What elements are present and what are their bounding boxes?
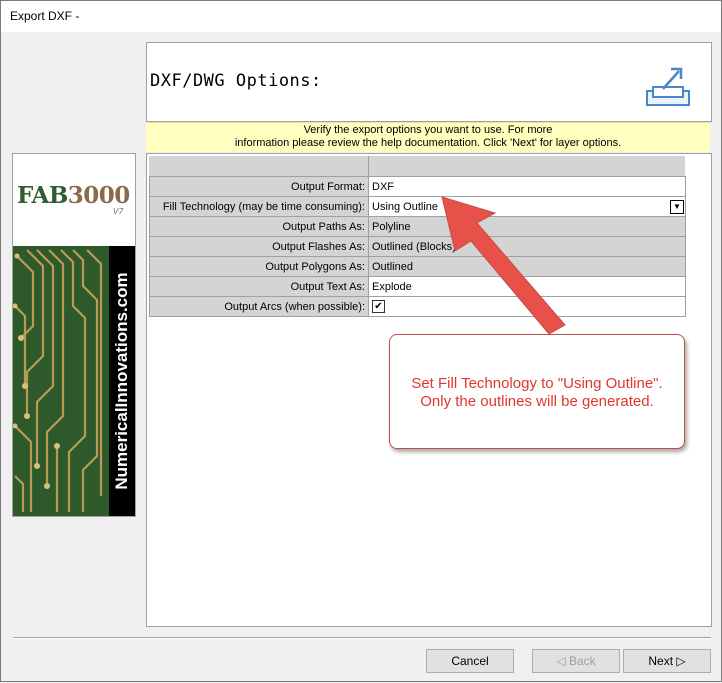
next-button[interactable]: Next ▷ [623,649,711,673]
grid-header [149,156,685,177]
window-title: Export DXF - [10,9,80,23]
option-label: Output Text As: [149,276,369,297]
option-row-output-paths: Output Paths As: Polyline [149,216,686,237]
export-dxf-window: Export DXF - DXF/DWG Options: Verify the… [0,0,722,682]
page-title: DXF/DWG Options: [150,71,322,91]
callout-line-1: Set Fill Technology to "Using Outline". [411,375,663,392]
option-label: Output Flashes As: [149,236,369,257]
option-row-output-flashes: Output Flashes As: Outlined (Blocks) [149,236,686,257]
back-button[interactable]: ◁ Back [532,649,620,673]
info-line-2: information please review the help docum… [234,137,622,149]
output-format-field[interactable]: DXF [368,176,686,197]
header-panel: DXF/DWG Options: [146,42,712,122]
output-flashes-field[interactable]: Outlined (Blocks) [368,236,686,257]
option-label: Fill Technology (may be time consuming): [149,196,369,217]
chevron-right-icon: ▷ [673,654,686,668]
info-bar: Verify the export options you want to us… [146,122,710,152]
footer-separator [13,637,711,639]
output-polygons-field[interactable]: Outlined [368,256,686,277]
product-logo: FAB3000 V7 NumericalInnovations.com [12,153,136,517]
dropdown-arrow-icon[interactable]: ▼ [670,200,684,214]
output-arcs-checkbox[interactable]: ✔ [372,300,385,313]
option-row-fill-technology: Fill Technology (may be time consuming):… [149,196,686,217]
option-label: Output Arcs (when possible): [149,296,369,317]
options-table: Output Format: DXF Fill Technology (may … [149,176,686,317]
website-banner: NumericalInnovations.com [109,246,135,516]
fill-technology-value: Using Outline [372,200,439,213]
logo-version: V7 [113,207,124,216]
output-text-field[interactable]: Explode [368,276,686,297]
option-row-output-polygons: Output Polygons As: Outlined [149,256,686,277]
annotation-callout: Set Fill Technology to "Using Outline". … [389,334,685,449]
option-row-output-text: Output Text As: Explode [149,276,686,297]
option-row-output-arcs: Output Arcs (when possible): ✔ [149,296,686,317]
info-line-1: Verify the export options you want to us… [303,124,553,136]
output-paths-field[interactable]: Polyline [368,216,686,237]
cancel-button[interactable]: Cancel [426,649,514,673]
logo-wordmark: FAB3000 [17,182,130,209]
title-bar: Export DXF - [1,1,721,32]
fill-technology-dropdown[interactable]: Using Outline ▼ [368,196,686,217]
callout-line-2: Only the outlines will be generated. [420,393,654,410]
website-text: NumericalInnovations.com [112,272,131,490]
output-arcs-cell: ✔ [368,296,686,317]
chevron-left-icon: ◁ [556,654,569,668]
option-label: Output Polygons As: [149,256,369,277]
option-label: Output Paths As: [149,216,369,237]
option-label: Output Format: [149,176,369,197]
option-row-output-format: Output Format: DXF [149,176,686,197]
logo-header: FAB3000 V7 [13,154,135,246]
export-icon [646,67,690,106]
